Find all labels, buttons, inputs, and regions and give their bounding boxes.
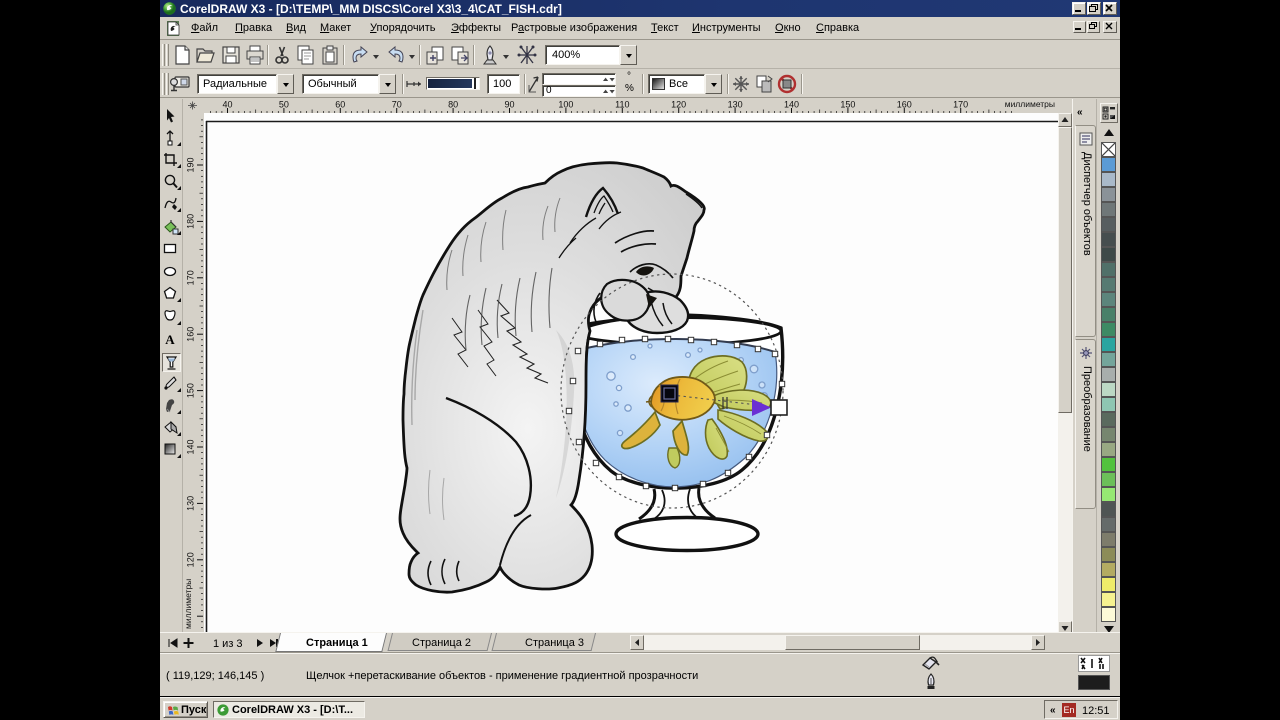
svg-text:170: 170 [185, 270, 195, 285]
svg-text:150: 150 [840, 100, 855, 110]
svg-text:70: 70 [392, 100, 402, 110]
svg-text:90: 90 [504, 100, 514, 110]
svg-text:110: 110 [615, 100, 629, 110]
svg-text:миллиметры: миллиметры [183, 579, 193, 629]
svg-text:150: 150 [185, 383, 195, 398]
svg-text:40: 40 [222, 100, 232, 110]
svg-text:120: 120 [671, 100, 686, 110]
svg-text:130: 130 [728, 100, 743, 110]
svg-text:130: 130 [185, 496, 195, 511]
svg-text:160: 160 [897, 100, 912, 110]
svg-text:170: 170 [953, 100, 968, 110]
svg-text:140: 140 [784, 100, 799, 110]
svg-text:80: 80 [448, 100, 458, 110]
svg-text:100: 100 [558, 100, 573, 110]
svg-text:A: A [165, 332, 175, 347]
svg-text:50: 50 [279, 100, 289, 110]
svg-text:120: 120 [185, 552, 195, 567]
svg-text:60: 60 [335, 100, 345, 110]
svg-text:190: 190 [185, 157, 195, 172]
svg-text:160: 160 [185, 327, 195, 342]
svg-text:180: 180 [185, 214, 195, 229]
svg-text:140: 140 [185, 439, 195, 454]
svg-text:миллиметры: миллиметры [1005, 99, 1055, 109]
